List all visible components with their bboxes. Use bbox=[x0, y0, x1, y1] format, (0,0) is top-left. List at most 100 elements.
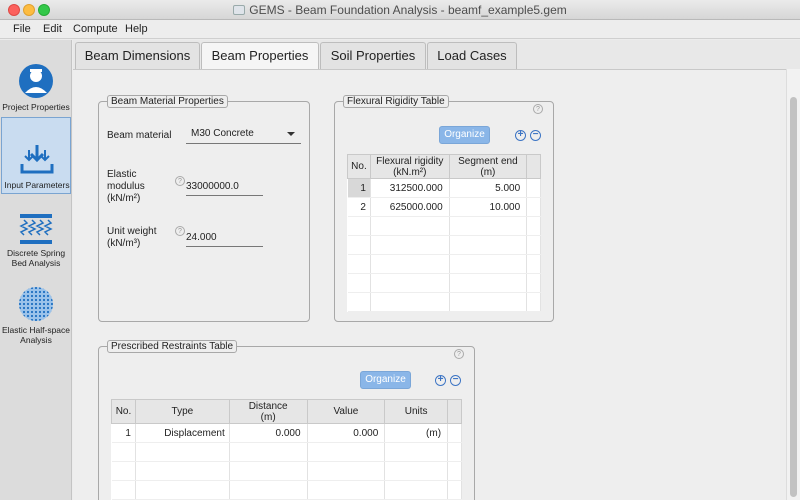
header-unit: (m) bbox=[260, 411, 276, 423]
empty-row bbox=[347, 273, 541, 293]
sidebar-item-label: Input Parameters bbox=[4, 180, 70, 190]
flexural-rigidity-table: No. Flexural rigidity (kN.m²) Segment end… bbox=[347, 154, 541, 312]
sidebar-item-elastic-half-space[interactable]: Elastic Half-space Analysis bbox=[1, 280, 71, 357]
prescribed-restraints-group: Prescribed Restraints Table ? Organize +… bbox=[98, 340, 475, 500]
help-icon[interactable]: ? bbox=[454, 349, 464, 359]
empty-row bbox=[347, 235, 541, 255]
column-header-distance[interactable]: Distance (m) bbox=[228, 399, 308, 424]
spacer-cell bbox=[447, 423, 462, 443]
sidebar-item-input-parameters[interactable]: Input Parameters bbox=[1, 117, 71, 194]
add-row-icon[interactable]: + bbox=[435, 375, 446, 386]
unit-weight-label-1: Unit weight bbox=[107, 226, 157, 237]
column-header-no[interactable]: No. bbox=[111, 399, 136, 424]
help-icon[interactable]: ? bbox=[175, 176, 185, 186]
column-header-spacer bbox=[526, 154, 541, 179]
header-text: Units bbox=[404, 406, 428, 417]
header-text: Segment end bbox=[458, 155, 518, 167]
spacer-cell bbox=[526, 178, 541, 198]
sidebar-item-label: Elastic Half-space bbox=[1, 325, 71, 335]
beam-properties-panel: Beam Material Properties Beam material M… bbox=[73, 69, 800, 500]
sidebar-item-discrete-spring[interactable]: Discrete Spring Bed Analysis bbox=[1, 200, 71, 277]
segment-end-cell[interactable]: 10.000 bbox=[449, 197, 528, 217]
table-row[interactable]: 1 Displacement 0.000 0.000 (m) bbox=[111, 423, 462, 443]
add-row-icon[interactable]: + bbox=[515, 130, 526, 141]
table-row[interactable]: 1 312500.000 5.000 bbox=[347, 178, 541, 198]
empty-row bbox=[111, 480, 462, 500]
elastic-modulus-label-3: (kN/m²) bbox=[107, 193, 141, 204]
table-row[interactable]: 2 625000.000 10.000 bbox=[347, 197, 541, 217]
column-header-segment-end[interactable]: Segment end (m) bbox=[448, 154, 528, 179]
flexural-rigidity-group: Flexural Rigidity Table ? Organize + − N… bbox=[334, 95, 554, 322]
sidebar-item-label-line2: Bed Analysis bbox=[11, 258, 61, 268]
empty-row bbox=[347, 254, 541, 274]
rigidity-cell[interactable]: 625000.000 bbox=[370, 197, 450, 217]
row-number: 1 bbox=[111, 423, 136, 443]
title-bar: GEMS - Beam Foundation Analysis - beamf_… bbox=[0, 0, 800, 20]
organize-button[interactable]: Organize bbox=[360, 371, 411, 389]
vertical-scrollbar[interactable] bbox=[786, 69, 800, 500]
unit-weight-label-2: (kN/m³) bbox=[107, 238, 141, 249]
menu-bar: File Edit Compute Help bbox=[0, 20, 800, 39]
scrollbar-thumb[interactable] bbox=[790, 97, 797, 497]
row-number: 2 bbox=[347, 197, 371, 217]
tab-soil-properties[interactable]: Soil Properties bbox=[320, 42, 426, 69]
chevron-down-icon bbox=[287, 132, 295, 136]
prescribed-restraints-table: No. Type Distance (m) Value Units 1 Displ… bbox=[111, 399, 462, 500]
prescribed-restraints-legend: Prescribed Restraints Table bbox=[107, 340, 238, 353]
unit-weight-input[interactable]: 24.000 bbox=[186, 231, 263, 247]
segment-end-cell[interactable]: 5.000 bbox=[449, 178, 528, 198]
header-text: No. bbox=[351, 161, 367, 172]
value-cell[interactable]: 0.000 bbox=[307, 423, 386, 443]
menu-help[interactable]: Help bbox=[125, 23, 148, 35]
header-text: Distance bbox=[248, 400, 288, 412]
elastic-modulus-label-1: Elastic bbox=[107, 169, 137, 180]
row-number: 1 bbox=[347, 178, 371, 198]
elastic-modulus-label-2: modulus bbox=[107, 181, 145, 192]
sidebar-item-label-line2: Analysis bbox=[20, 335, 52, 345]
beam-material-value: M30 Concrete bbox=[191, 128, 254, 139]
remove-row-icon[interactable]: − bbox=[530, 130, 541, 141]
beam-material-legend: Beam Material Properties bbox=[107, 95, 228, 108]
remove-row-icon[interactable]: − bbox=[450, 375, 461, 386]
content-area: Beam Dimensions Beam Properties Soil Pro… bbox=[73, 40, 800, 500]
menu-file[interactable]: File bbox=[13, 23, 31, 35]
column-header-units[interactable]: Units bbox=[384, 399, 449, 424]
column-header-no[interactable]: No. bbox=[347, 154, 371, 179]
sidebar-item-label: Discrete Spring bbox=[6, 248, 66, 258]
help-icon[interactable]: ? bbox=[175, 226, 185, 236]
spacer-cell bbox=[526, 197, 541, 217]
menu-compute[interactable]: Compute bbox=[73, 23, 118, 35]
tab-beam-properties[interactable]: Beam Properties bbox=[201, 42, 319, 71]
spring-bed-icon bbox=[19, 214, 53, 244]
help-icon[interactable]: ? bbox=[533, 104, 543, 114]
column-header-value[interactable]: Value bbox=[306, 399, 386, 424]
elastic-modulus-input[interactable]: 33000000.0 bbox=[186, 180, 263, 196]
menu-edit[interactable]: Edit bbox=[43, 23, 62, 35]
type-cell[interactable]: Displacement bbox=[135, 423, 230, 443]
column-header-spacer bbox=[447, 399, 462, 424]
empty-row bbox=[111, 442, 462, 462]
beam-material-select[interactable]: M30 Concrete bbox=[186, 126, 301, 144]
input-icon bbox=[20, 145, 54, 174]
header-text: Type bbox=[171, 406, 194, 417]
header-unit: (m) bbox=[480, 166, 496, 178]
window-title-text: GEMS - Beam Foundation Analysis - beamf_… bbox=[249, 3, 567, 17]
window-title: GEMS - Beam Foundation Analysis - beamf_… bbox=[0, 3, 800, 17]
half-space-icon bbox=[19, 287, 53, 321]
column-header-rigidity[interactable]: Flexural rigidity (kN.m²) bbox=[369, 154, 450, 179]
units-cell[interactable]: (m) bbox=[384, 423, 449, 443]
sidebar-item-label: Project Properties bbox=[2, 102, 70, 112]
rigidity-cell[interactable]: 312500.000 bbox=[370, 178, 450, 198]
user-icon bbox=[19, 64, 53, 98]
header-text: Flexural rigidity bbox=[376, 155, 444, 167]
header-unit: (kN.m²) bbox=[393, 166, 427, 178]
beam-material-group: Beam Material Properties Beam material M… bbox=[98, 95, 310, 322]
empty-row bbox=[347, 292, 541, 312]
tab-load-cases[interactable]: Load Cases bbox=[427, 42, 517, 69]
organize-button[interactable]: Organize bbox=[439, 126, 490, 144]
distance-cell[interactable]: 0.000 bbox=[229, 423, 308, 443]
column-header-type[interactable]: Type bbox=[134, 399, 230, 424]
flexural-rigidity-legend: Flexural Rigidity Table bbox=[343, 95, 449, 108]
tab-beam-dimensions[interactable]: Beam Dimensions bbox=[75, 42, 200, 69]
beam-material-label: Beam material bbox=[107, 130, 172, 141]
